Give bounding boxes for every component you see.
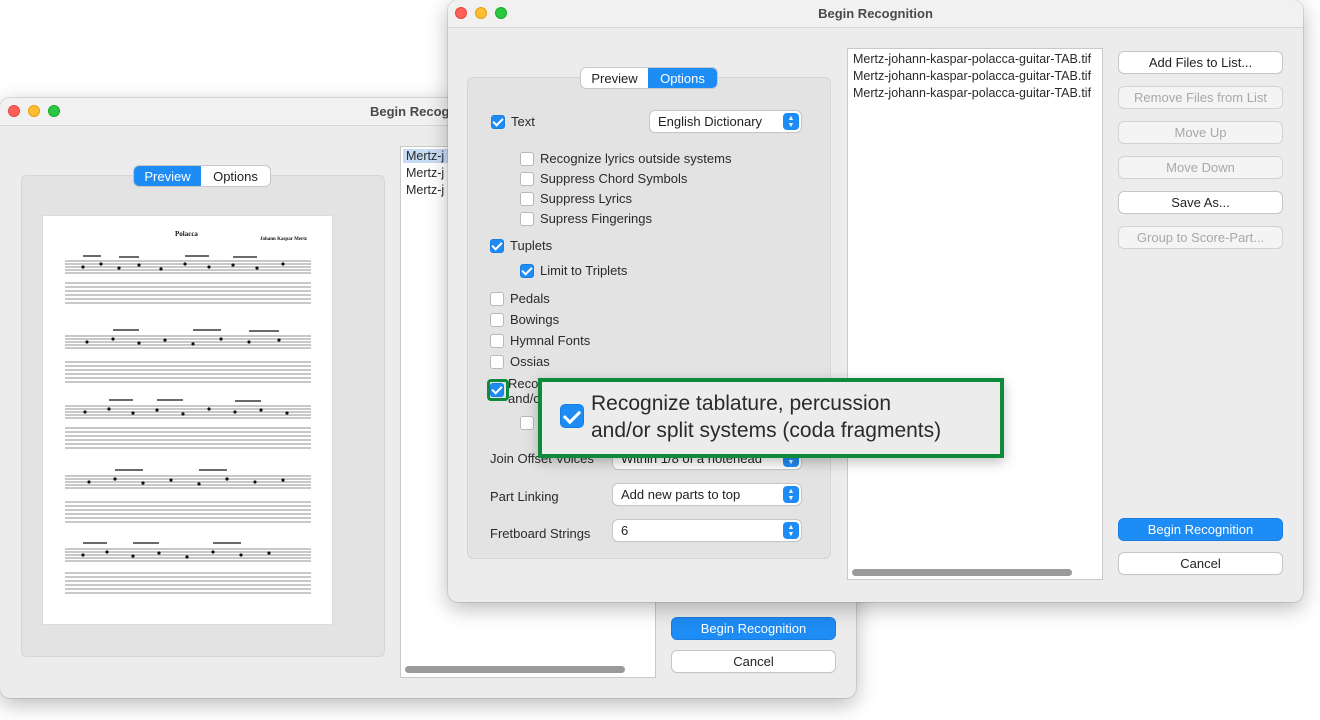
front-titlebar: Begin Recognition (448, 0, 1303, 28)
part-linking-select[interactable]: Add new parts to top ▲ ▼ (613, 484, 801, 505)
staff-system-5 (65, 548, 311, 594)
checkbox-box[interactable] (520, 263, 534, 278)
staff-system-1 (65, 260, 311, 304)
zoom-callout: Recognize tablature, percussion and/or s… (538, 378, 1004, 458)
horizontal-scrollbar[interactable] (852, 569, 1072, 576)
text-checkbox[interactable]: Text (491, 114, 535, 129)
tab-options[interactable]: Options (201, 166, 270, 186)
checkbox-box[interactable] (490, 354, 504, 369)
limit-to-triplets-checkbox[interactable]: Limit to Triplets (520, 263, 627, 278)
music-notation-image (65, 255, 311, 594)
hymnal-fonts-checkbox[interactable]: Hymnal Fonts (490, 333, 590, 348)
checkbox-label: Limit to Triplets (540, 263, 628, 278)
minimize-button[interactable] (28, 105, 40, 117)
tablature-checkbox-highlight (487, 379, 509, 401)
callout-line1: Recognize tablature, percussion (591, 392, 892, 415)
group-to-score-part-button[interactable]: Group to Score-Part... (1119, 227, 1282, 248)
checkbox-label: Suppress Lyrics (540, 191, 632, 206)
list-item[interactable]: Mertz-johann-kaspar-polacca-guitar-TAB.t… (853, 52, 1091, 66)
window-title: Begin Recognition (818, 6, 933, 21)
checkbox-label: Tuplets (510, 238, 553, 253)
checkbox-label: Bowings (510, 312, 560, 327)
tab-preview[interactable]: Preview (581, 68, 648, 88)
staff-system-4 (65, 475, 311, 523)
checkbox-box[interactable] (490, 333, 504, 348)
text-checkbox-label: Text (511, 114, 535, 129)
cancel-button[interactable]: Cancel (1119, 553, 1282, 574)
tab-options[interactable]: Options (648, 68, 717, 88)
checkbox-box[interactable] (490, 312, 504, 327)
popup-arrows-icon: ▲▼ (783, 113, 799, 130)
checkbox-label: Ossias (510, 354, 550, 369)
fretboard-strings-select[interactable]: 6 ▲ ▼ (613, 520, 801, 541)
dictionary-select[interactable]: English Dictionary ▲ ▼ (650, 111, 801, 132)
checkbox-label: Pedals (510, 291, 550, 306)
zoom-button[interactable] (48, 105, 60, 117)
checkbox-box[interactable] (520, 171, 534, 186)
checkbox-box[interactable] (520, 211, 534, 226)
begin-recognition-button[interactable]: Begin Recognition (672, 618, 835, 639)
front-window: Begin Recognition Preview Options Text E… (448, 0, 1303, 602)
supress-fingerings-checkbox[interactable]: Supress Fingerings (520, 211, 652, 226)
bowings-checkbox[interactable]: Bowings (490, 312, 559, 327)
tuplets-checkbox[interactable]: Tuplets (490, 238, 552, 253)
checkbox-box[interactable] (490, 291, 504, 306)
fretboard-strings-label: Fretboard Strings (490, 526, 591, 541)
checkbox-box[interactable] (520, 151, 534, 166)
back-tab-control: Preview Options (134, 166, 270, 186)
close-button[interactable] (8, 105, 20, 117)
staff-system-3 (65, 405, 311, 449)
list-item[interactable]: Mertz-j (406, 166, 444, 180)
list-item[interactable]: Mertz-johann-kaspar-polacca-guitar-TAB.t… (853, 86, 1091, 100)
suppress-chord-symbols-checkbox[interactable]: Suppress Chord Symbols (520, 171, 687, 186)
tablature-label-line1: Reco (508, 376, 539, 391)
front-tab-control: Preview Options (581, 68, 717, 88)
tab-preview[interactable]: Preview (134, 166, 201, 186)
save-as-button[interactable]: Save As... (1119, 192, 1282, 213)
suppress-lyrics-checkbox[interactable]: Suppress Lyrics (520, 191, 632, 206)
checkbox-label: Hymnal Fonts (510, 333, 591, 348)
list-item[interactable]: Mertz-johann-kaspar-polacca-guitar-TAB.t… (853, 69, 1091, 83)
tablature-label-line2: and/c (508, 391, 540, 406)
recognize-lyrics-checkbox[interactable]: Recognize lyrics outside systems (520, 151, 731, 166)
part-linking-label: Part Linking (490, 489, 559, 504)
dictionary-value: English Dictionary (658, 114, 763, 129)
horizontal-scrollbar[interactable] (405, 666, 625, 673)
fretboard-strings-value: 6 (621, 523, 629, 538)
checkbox-box[interactable] (491, 114, 505, 129)
staff-system-2 (65, 335, 311, 383)
checkbox-box[interactable] (490, 238, 504, 253)
checkbox-box[interactable] (520, 416, 534, 430)
checkbox-label: Supress Fingerings (540, 211, 652, 226)
checkbox-label: Suppress Chord Symbols (540, 171, 688, 186)
ossias-checkbox[interactable]: Ossias (490, 354, 550, 369)
pedals-checkbox[interactable]: Pedals (490, 291, 550, 306)
part-linking-value: Add new parts to top (621, 487, 741, 502)
callout-text: Recognize tablature, percussion and/or s… (591, 390, 941, 444)
popup-arrows-icon: ▲▼ (783, 486, 799, 503)
move-down-button[interactable]: Move Down (1119, 157, 1282, 178)
popup-arrows-icon: ▲▼ (783, 522, 799, 539)
checkbox-label: Recognize lyrics outside systems (540, 151, 732, 166)
tablature-sub-checkbox[interactable] (520, 416, 540, 430)
callout-line2: and/or split systems (coda fragments) (591, 419, 942, 442)
checkbox-checked-icon (560, 404, 584, 428)
add-files-button[interactable]: Add Files to List... (1119, 52, 1282, 73)
file-list[interactable]: Mertz-johann-kaspar-polacca-guitar-TAB.t… (847, 48, 1103, 580)
cancel-button[interactable]: Cancel (672, 651, 835, 672)
checkbox-box[interactable] (520, 191, 534, 206)
score-preview-page: Polacca Johann Kaspar Mertz (43, 216, 332, 624)
list-item[interactable]: Mertz-j (406, 183, 444, 197)
move-up-button[interactable]: Move Up (1119, 122, 1282, 143)
remove-files-button[interactable]: Remove Files from List (1119, 87, 1282, 108)
begin-recognition-button[interactable]: Begin Recognition (1119, 519, 1282, 540)
